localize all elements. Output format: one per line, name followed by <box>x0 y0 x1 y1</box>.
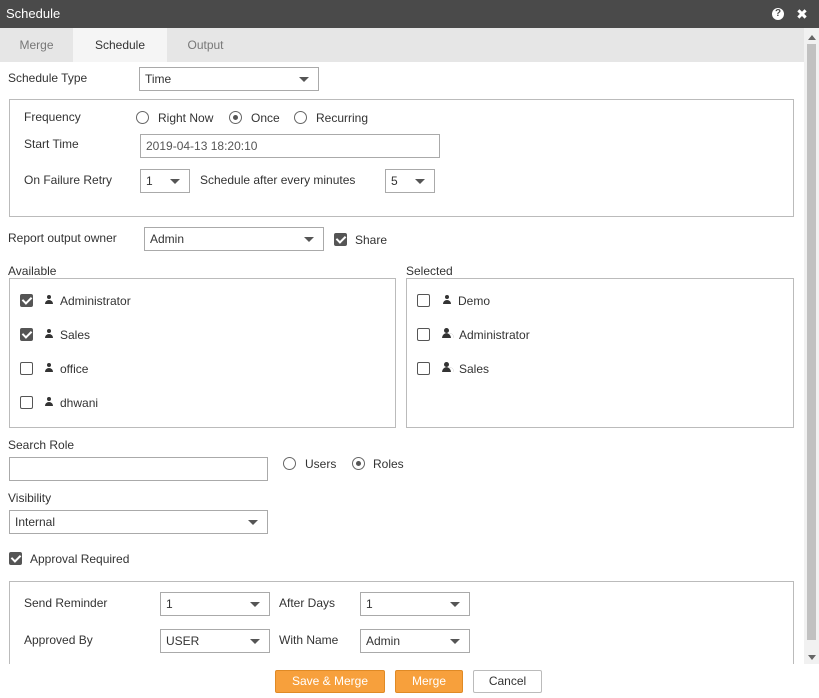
tab-schedule[interactable]: Schedule <box>73 28 167 62</box>
schedule-type-select[interactable]: Time <box>139 67 319 91</box>
available-label: Available <box>8 264 57 278</box>
radio-once-label: Once <box>251 111 280 125</box>
scrollbar-thumb[interactable] <box>807 44 816 640</box>
radio-recurring[interactable] <box>294 111 307 124</box>
chevron-down-icon <box>450 602 460 607</box>
user-icon <box>44 329 54 339</box>
owner-label: Report output owner <box>8 231 117 245</box>
start-time-input[interactable]: 2019-04-13 18:20:10 <box>140 134 440 158</box>
selected-item-label: Sales <box>459 362 490 376</box>
share-label: Share <box>355 233 388 247</box>
scrollbar[interactable] <box>804 28 819 664</box>
after-days-select[interactable]: 1 <box>360 592 470 616</box>
scroll-down-icon[interactable] <box>808 655 816 660</box>
with-name-label: With Name <box>279 633 339 647</box>
user-icon <box>44 295 54 305</box>
schedule-type-value: Time <box>145 72 172 86</box>
radio-roles[interactable] <box>352 457 365 470</box>
available-item-label: Administrator <box>60 294 131 308</box>
chevron-down-icon <box>415 179 425 184</box>
with-name-value: Admin <box>366 634 401 648</box>
chevron-down-icon <box>450 639 460 644</box>
owner-value: Admin <box>150 232 185 246</box>
tab-bar: Merge Schedule Output <box>0 28 804 62</box>
save-merge-button[interactable]: Save & Merge <box>275 670 385 693</box>
chevron-down-icon <box>250 602 260 607</box>
chevron-down-icon <box>250 639 260 644</box>
selected-label: Selected <box>406 264 453 278</box>
cancel-button[interactable]: Cancel <box>473 670 542 693</box>
owner-select[interactable]: Admin <box>144 227 324 251</box>
approval-required-checkbox[interactable] <box>9 552 22 565</box>
search-role-label: Search Role <box>8 438 75 452</box>
after-days-label: After Days <box>279 596 336 610</box>
radio-roles-label: Roles <box>373 457 404 471</box>
approved-by-label: Approved By <box>24 633 93 647</box>
role-icon <box>442 362 454 373</box>
radio-right-now-label: Right Now <box>158 111 214 125</box>
merge-button[interactable]: Merge <box>395 670 463 693</box>
tab-merge[interactable]: Merge <box>0 28 73 62</box>
chevron-down-icon <box>248 520 258 525</box>
schedule-after-value: 5 <box>391 174 398 188</box>
visibility-label: Visibility <box>8 491 52 505</box>
selected-item-label: Administrator <box>459 328 530 342</box>
role-icon <box>442 328 454 339</box>
radio-users[interactable] <box>283 457 296 470</box>
failure-retry-value: 1 <box>146 174 153 188</box>
title-bar: Schedule ? ✖ <box>0 0 819 28</box>
selected-item-checkbox[interactable] <box>417 294 430 307</box>
with-name-select[interactable]: Admin <box>360 629 470 653</box>
window-title: Schedule <box>6 6 61 21</box>
visibility-value: Internal <box>15 515 56 529</box>
after-days-value: 1 <box>366 597 373 611</box>
user-icon <box>44 397 54 407</box>
send-reminder-value: 1 <box>166 597 173 611</box>
radio-once[interactable] <box>229 111 242 124</box>
user-icon <box>442 295 452 305</box>
search-role-input[interactable] <box>9 457 268 481</box>
chevron-down-icon <box>304 237 314 242</box>
chevron-down-icon <box>170 179 180 184</box>
approved-by-value: USER <box>166 634 200 648</box>
schedule-after-select[interactable]: 5 <box>385 169 435 193</box>
available-item-checkbox[interactable] <box>20 328 33 341</box>
available-item-checkbox[interactable] <box>20 396 33 409</box>
chevron-down-icon <box>299 77 309 82</box>
help-icon[interactable]: ? <box>772 8 784 20</box>
send-reminder-label: Send Reminder <box>24 596 108 610</box>
radio-right-now[interactable] <box>136 111 149 124</box>
start-time-label: Start Time <box>24 137 79 151</box>
available-item-checkbox[interactable] <box>20 362 33 375</box>
share-checkbox[interactable] <box>334 233 347 246</box>
approved-by-select[interactable]: USER <box>160 629 270 653</box>
user-icon <box>44 363 54 373</box>
selected-item-checkbox[interactable] <box>417 328 430 341</box>
scroll-up-icon[interactable] <box>808 35 816 40</box>
frequency-label: Frequency <box>24 110 81 124</box>
schedule-type-label: Schedule Type <box>8 71 88 85</box>
approval-required-label: Approval Required <box>30 552 130 566</box>
available-item-label: office <box>60 362 89 376</box>
available-item-label: dhwani <box>60 396 99 410</box>
selected-item-label: Demo <box>458 294 491 308</box>
close-icon[interactable]: ✖ <box>795 7 809 21</box>
send-reminder-select[interactable]: 1 <box>160 592 270 616</box>
radio-users-label: Users <box>305 457 337 471</box>
radio-recurring-label: Recurring <box>316 111 369 125</box>
failure-retry-label: On Failure Retry <box>24 173 113 187</box>
available-item-checkbox[interactable] <box>20 294 33 307</box>
tab-output[interactable]: Output <box>167 28 244 62</box>
schedule-after-label: Schedule after every minutes <box>200 173 356 187</box>
available-item-label: Sales <box>60 328 91 342</box>
visibility-select[interactable]: Internal <box>9 510 268 534</box>
frequency-panel <box>9 99 794 217</box>
selected-item-checkbox[interactable] <box>417 362 430 375</box>
failure-retry-select[interactable]: 1 <box>140 169 190 193</box>
